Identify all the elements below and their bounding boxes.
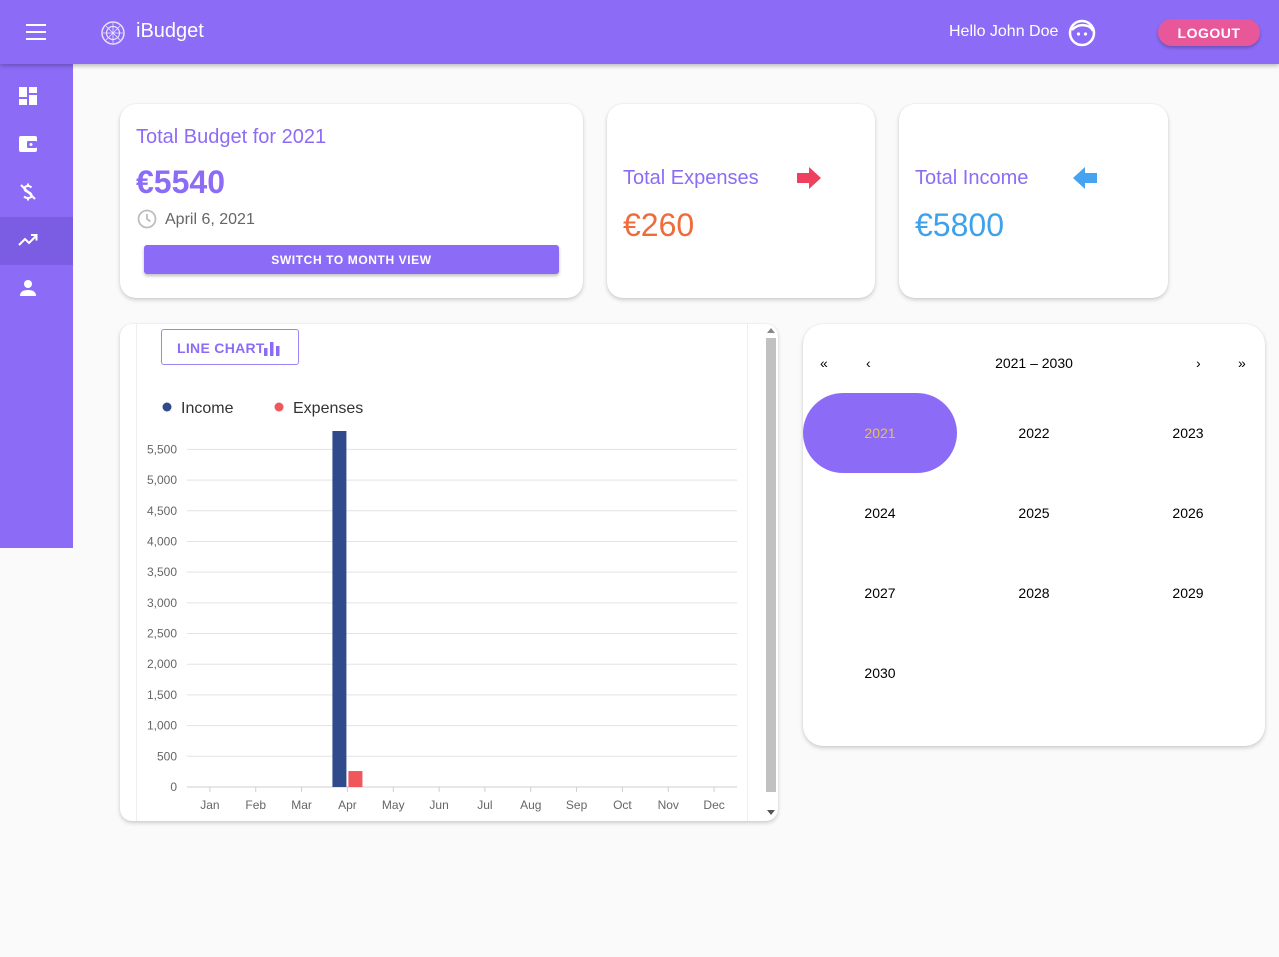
year-option-2022[interactable]: 2022 bbox=[957, 393, 1111, 473]
top-app-bar: iBudget Hello John Doe LOGOUT bbox=[0, 0, 1279, 64]
budget-title: Total Budget for 2021 bbox=[136, 126, 327, 148]
expenses-amount: €260 bbox=[623, 207, 695, 243]
sidebar-item-dashboard[interactable] bbox=[0, 73, 73, 121]
year-option-2028[interactable]: 2028 bbox=[957, 553, 1111, 633]
x-tick-label: Aug bbox=[520, 798, 541, 812]
arrow-left-icon bbox=[1073, 167, 1097, 189]
x-tick-label: Mar bbox=[291, 798, 312, 812]
income-amount: €5800 bbox=[915, 207, 1004, 243]
legend-marker-income bbox=[162, 402, 172, 412]
expenses-card: Total Expenses €260 bbox=[607, 104, 875, 298]
legend-label-income: Income bbox=[181, 400, 234, 417]
person-icon bbox=[20, 280, 36, 296]
y-tick-label: 5,500 bbox=[147, 442, 177, 456]
bar-chart: Income Expenses 0 500 1,000 1,500 2,000 2,500 3,… bbox=[147, 400, 737, 812]
y-tick-label: 5,000 bbox=[147, 473, 177, 487]
logo-icon bbox=[101, 21, 125, 45]
arrow-right-icon bbox=[797, 167, 821, 189]
sidebar-item-wallet[interactable] bbox=[0, 121, 73, 169]
y-tick-label: 3,000 bbox=[147, 596, 177, 610]
trending-up-icon bbox=[18, 234, 38, 246]
y-tick-label: 0 bbox=[170, 780, 177, 794]
avatar-icon[interactable] bbox=[1068, 19, 1096, 47]
year-option-2027[interactable]: 2027 bbox=[803, 553, 957, 633]
wallet-icon bbox=[19, 136, 37, 152]
year-option-2030[interactable]: 2030 bbox=[803, 633, 957, 713]
x-tick-label: Nov bbox=[658, 798, 679, 812]
budget-card: Total Budget for 2021 €5540 April 6, 202… bbox=[120, 104, 583, 298]
x-tick-label: Dec bbox=[703, 798, 724, 812]
y-tick-label: 1,000 bbox=[147, 719, 177, 733]
bar-income-apr bbox=[332, 431, 347, 787]
x-tick-label: May bbox=[382, 798, 405, 812]
x-tick-label: Jun bbox=[429, 798, 448, 812]
bar-expenses-apr bbox=[348, 771, 363, 787]
dashboard-icon bbox=[19, 87, 37, 105]
chart-card: LINE CHART Income Expenses 0 500 1,000 1,500 2… bbox=[120, 324, 778, 821]
x-tick-label: Jan bbox=[200, 798, 219, 812]
scroll-down-icon[interactable] bbox=[767, 810, 775, 816]
line-chart-toggle-label: LINE CHART bbox=[177, 340, 265, 356]
logout-button[interactable]: LOGOUT bbox=[1158, 19, 1260, 46]
year-calendar-card: « ‹ 2021 – 2030 › » 2021 2022 2023 2024 2025… bbox=[803, 324, 1265, 746]
scroll-thumb[interactable] bbox=[766, 338, 776, 792]
year-option-2025[interactable]: 2025 bbox=[957, 473, 1111, 553]
year-option-2026[interactable]: 2026 bbox=[1111, 473, 1265, 553]
budget-date: April 6, 2021 bbox=[165, 211, 255, 228]
year-option-2029[interactable]: 2029 bbox=[1111, 553, 1265, 633]
sidebar-item-expenses[interactable] bbox=[0, 169, 73, 217]
sidebar-item-profile[interactable] bbox=[0, 265, 73, 313]
x-tick-label: Oct bbox=[613, 798, 632, 812]
y-tick-label: 500 bbox=[157, 749, 177, 763]
menu-icon[interactable] bbox=[20, 20, 52, 44]
calendar-next-button[interactable]: › bbox=[1196, 355, 1201, 371]
x-tick-label: Feb bbox=[245, 798, 266, 812]
chart-scrollbar[interactable] bbox=[764, 324, 778, 821]
calendar-last-button[interactable]: » bbox=[1238, 355, 1246, 371]
year-option-2021[interactable]: 2021 bbox=[803, 393, 957, 473]
y-tick-label: 1,500 bbox=[147, 688, 177, 702]
y-tick-label: 2,000 bbox=[147, 657, 177, 671]
income-card: Total Income €5800 bbox=[899, 104, 1168, 298]
y-tick-label: 4,000 bbox=[147, 534, 177, 548]
legend-label-expenses: Expenses bbox=[293, 400, 363, 417]
income-label: Total Income bbox=[915, 167, 1029, 189]
line-chart-toggle-button[interactable]: LINE CHART bbox=[161, 329, 299, 365]
y-tick-label: 4,500 bbox=[147, 504, 177, 518]
x-tick-label: Sep bbox=[566, 798, 588, 812]
year-option-2024[interactable]: 2024 bbox=[803, 473, 957, 553]
user-greeting: Hello John Doe bbox=[949, 23, 1059, 40]
chart-panel: LINE CHART Income Expenses 0 500 1,000 1,500 2… bbox=[136, 324, 748, 821]
budget-amount: €5540 bbox=[136, 164, 225, 200]
sidebar-item-analytics[interactable] bbox=[0, 217, 73, 265]
scroll-up-icon[interactable] bbox=[767, 327, 775, 333]
x-tick-label: Apr bbox=[338, 798, 357, 812]
money-off-icon bbox=[20, 183, 36, 201]
y-tick-label: 3,500 bbox=[147, 565, 177, 579]
sidebar bbox=[0, 64, 73, 548]
y-tick-label: 2,500 bbox=[147, 627, 177, 641]
app-title: iBudget bbox=[136, 20, 204, 42]
bar-chart-icon bbox=[264, 342, 280, 356]
switch-to-month-view-button[interactable]: SWITCH TO MONTH VIEW bbox=[144, 245, 559, 274]
clock-icon bbox=[137, 209, 157, 229]
expenses-label: Total Expenses bbox=[623, 167, 759, 189]
legend-marker-expenses bbox=[274, 402, 284, 412]
x-tick-label: Jul bbox=[477, 798, 492, 812]
year-option-2023[interactable]: 2023 bbox=[1111, 393, 1265, 473]
